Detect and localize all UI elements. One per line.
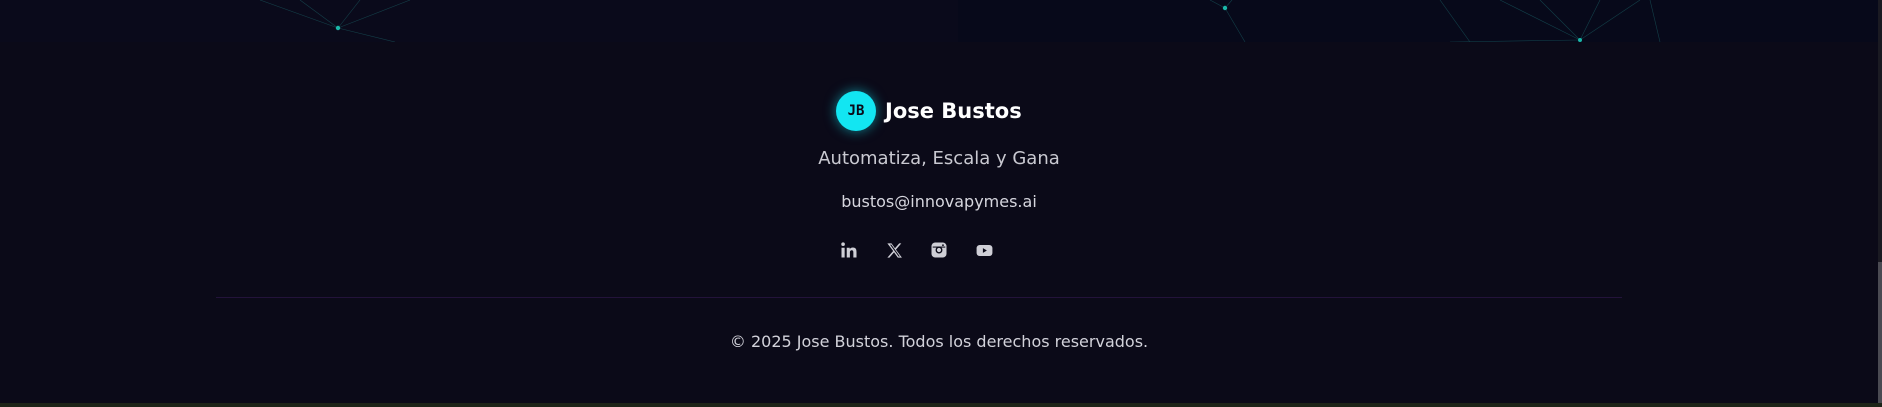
scrollbar-thumb[interactable] [1878,262,1882,403]
contact-email-link[interactable]: bustos@innovapymes.ai [0,192,1878,211]
footer-tagline: Automatiza, Escala y Gana [818,148,1060,169]
x-twitter-icon [886,242,902,258]
copyright-text: © 2025 Jose Bustos. Todos los derechos r… [729,332,1149,351]
social-links [838,239,995,261]
hero-section-bottom [0,0,1878,42]
youtube-icon [976,244,992,256]
page: JB Jose Bustos Automatiza, Escala y Gana… [0,0,1882,407]
page-scrollbar[interactable] [1878,0,1882,407]
site-footer: JB Jose Bustos Automatiza, Escala y Gana… [0,42,1878,403]
footer-divider [216,297,1622,298]
brand-logo-avatar: JB [836,91,876,131]
x-twitter-link[interactable] [883,239,905,261]
youtube-link[interactable] [973,239,995,261]
brand-name: Jose Bustos [885,99,1022,123]
linkedin-icon [841,242,857,258]
window-bottom-edge [0,403,1882,407]
instagram-link[interactable] [928,239,950,261]
linkedin-link[interactable] [838,239,860,261]
network-background-graphic [259,0,1661,42]
instagram-icon [931,242,947,258]
footer-brand[interactable]: JB Jose Bustos [836,90,1022,132]
